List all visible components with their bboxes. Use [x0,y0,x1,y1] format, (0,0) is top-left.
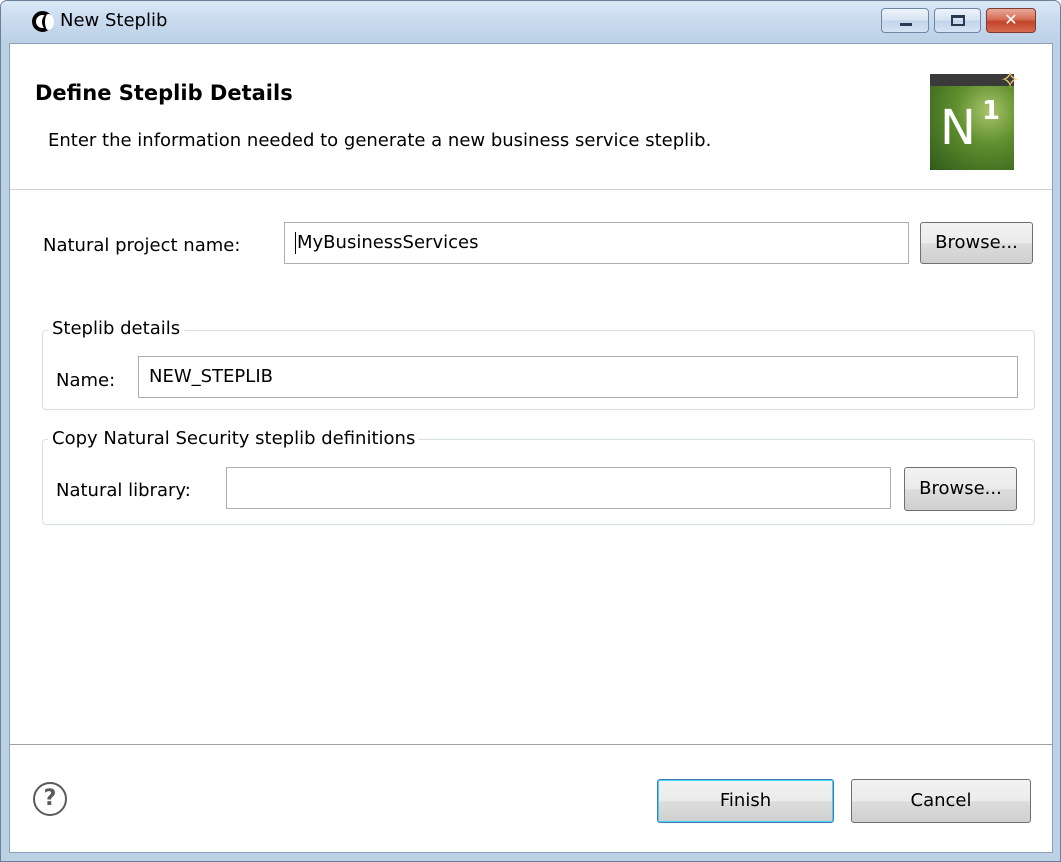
finish-button[interactable]: Finish [657,779,834,823]
logo-letter: N [940,100,976,156]
natural-security-title: Copy Natural Security steplib definition… [48,428,420,449]
page-description: Enter the information needed to generate… [48,130,712,151]
maximize-icon [951,15,965,26]
minimize-icon [900,23,912,26]
natural-library-label: Natural library: [56,480,191,501]
close-button[interactable]: ✕ [986,8,1036,33]
title-bar[interactable]: New Steplib ✕ [1,1,1060,43]
header-banner: Define Steplib Details Enter the informa… [10,44,1052,190]
maximize-button[interactable] [934,8,981,33]
footer-separator [10,744,1052,748]
project-name-label: Natural project name: [43,235,241,256]
steplib-name-input[interactable]: NEW_STEPLIB [138,356,1018,398]
project-browse-button[interactable]: Browse... [920,222,1033,264]
steplib-details-title: Steplib details [48,318,185,339]
natural-library-input[interactable] [226,467,891,509]
text-caret [295,232,296,254]
steplib-name-label: Name: [56,370,116,391]
page-title: Define Steplib Details [35,81,293,105]
app-icon [32,11,54,32]
sparkle-icon: ✧ [1000,66,1021,94]
library-browse-button[interactable]: Browse... [904,467,1017,511]
project-name-value: MyBusinessServices [297,232,479,253]
project-name-input[interactable]: MyBusinessServices [284,222,909,264]
window-title: New Steplib [60,10,168,31]
close-icon: ✕ [1004,10,1018,29]
steplib-name-value: NEW_STEPLIB [149,366,273,387]
help-icon[interactable]: ? [33,782,67,816]
dialog-window: New Steplib ✕ Define Steplib Details Ent… [0,0,1061,862]
cancel-button[interactable]: Cancel [851,779,1031,823]
dialog-client-area: Define Steplib Details Enter the informa… [9,43,1053,853]
minimize-button[interactable] [881,8,929,33]
logo-superscript: 1 [982,96,1001,126]
